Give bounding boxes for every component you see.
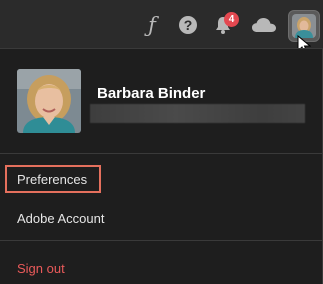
notification-badge: 4 bbox=[224, 12, 239, 27]
top-bar: ƒ ? 4 bbox=[0, 0, 323, 55]
profile-email-redacted bbox=[90, 104, 305, 123]
divider bbox=[0, 153, 322, 154]
account-dropdown-menu: Barbara Binder Preferences Adobe Account… bbox=[0, 48, 323, 284]
cloud-icon[interactable] bbox=[250, 14, 278, 36]
profile-photo bbox=[17, 69, 81, 133]
svg-text:?: ? bbox=[184, 17, 193, 33]
divider bbox=[0, 240, 322, 241]
menu-item-adobe-account[interactable]: Adobe Account bbox=[17, 211, 104, 226]
profile-name: Barbara Binder bbox=[97, 85, 206, 102]
menu-item-sign-out[interactable]: Sign out bbox=[17, 261, 65, 276]
fonts-icon[interactable]: ƒ bbox=[141, 14, 163, 36]
help-icon[interactable]: ? bbox=[177, 14, 199, 36]
menu-item-preferences[interactable]: Preferences bbox=[17, 172, 87, 187]
